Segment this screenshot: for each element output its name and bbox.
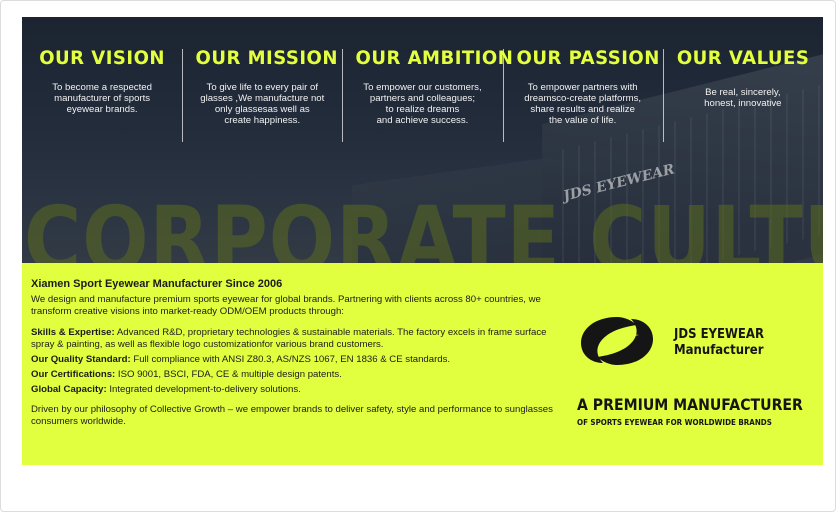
certifications-text: ISO 9001, BSCI, FDA, CE & multiple desig… [115,369,342,380]
column-vision: OUR VISION To become a respected manufac… [22,47,182,147]
intro-paragraph: We design and manufacture premium sports… [31,294,541,317]
company-description: Xiamen Sport Eyewear Manufacturer Since … [31,278,571,428]
column-ambition: OUR AMBITION To empower our customers, p… [342,47,514,147]
corporate-culture-banner: JDS EYEWEAR CORPORATE CULTURE OUR VISION… [22,17,823,465]
brand-subtagline: OF SPORTS EYEWEAR FOR WORLDWIDE BRANDS [577,418,772,427]
company-info-section: Xiamen Sport Eyewear Manufacturer Since … [22,263,823,465]
capacity-label: Global Capacity: [31,384,107,395]
jds-logo-icon [581,317,653,365]
column-mission: OUR MISSION To give life to every pair o… [182,47,342,147]
column-title: OUR VALUES [676,47,810,69]
culture-columns: OUR VISION To become a respected manufac… [22,47,823,147]
column-text: To become a respected manufacturer of sp… [52,82,152,115]
hero-section: JDS EYEWEAR CORPORATE CULTURE OUR VISION… [22,17,823,263]
corporate-culture-watermark: CORPORATE CULTURE [24,189,823,263]
column-title: OUR PASSION [516,47,660,69]
column-text: Be real, sincerely, honest, innovative [704,87,782,109]
brand-name-line2: Manufacturer [674,343,764,358]
capacity-text: Integrated development-to-delivery solut… [106,384,301,395]
quality-item: Our Quality Standard: Full compliance wi… [31,354,571,366]
column-passion: OUR PASSION To empower partners with dre… [502,47,663,147]
quality-text: Full compliance with ANSI Z80.3, AS/NZS … [130,354,451,365]
skills-item: Skills & Expertise: Advanced R&D, propri… [31,327,571,351]
column-title: OUR AMBITION [355,47,514,69]
column-text: To give life to every pair of glasses ,W… [200,82,325,126]
certifications-item: Our Certifications: ISO 9001, BSCI, FDA,… [31,369,571,381]
brand-name-line1: JDS EYEWEAR [674,327,764,342]
brand-tagline: A PREMIUM MANUFACTURER [577,395,803,414]
page-frame: JDS EYEWEAR CORPORATE CULTURE OUR VISION… [0,0,836,512]
column-values: OUR VALUES Be real, sincerely, honest, i… [662,47,823,147]
quality-label: Our Quality Standard: [31,354,131,365]
brand-name: JDS EYEWEAR Manufacturer [674,327,791,359]
company-heading: Xiamen Sport Eyewear Manufacturer Since … [31,278,283,290]
column-text: To empower partners with dreamsco-create… [524,82,642,126]
skills-label: Skills & Expertise: [31,327,115,338]
column-title: OUR VISION [39,47,165,69]
capacity-item: Global Capacity: Integrated development-… [31,384,571,396]
column-title: OUR MISSION [195,47,339,69]
certifications-label: Our Certifications: [31,369,116,380]
column-text: To empower our customers, partners and c… [363,82,482,126]
closing-paragraph: Driven by our philosophy of Collective G… [31,404,553,427]
